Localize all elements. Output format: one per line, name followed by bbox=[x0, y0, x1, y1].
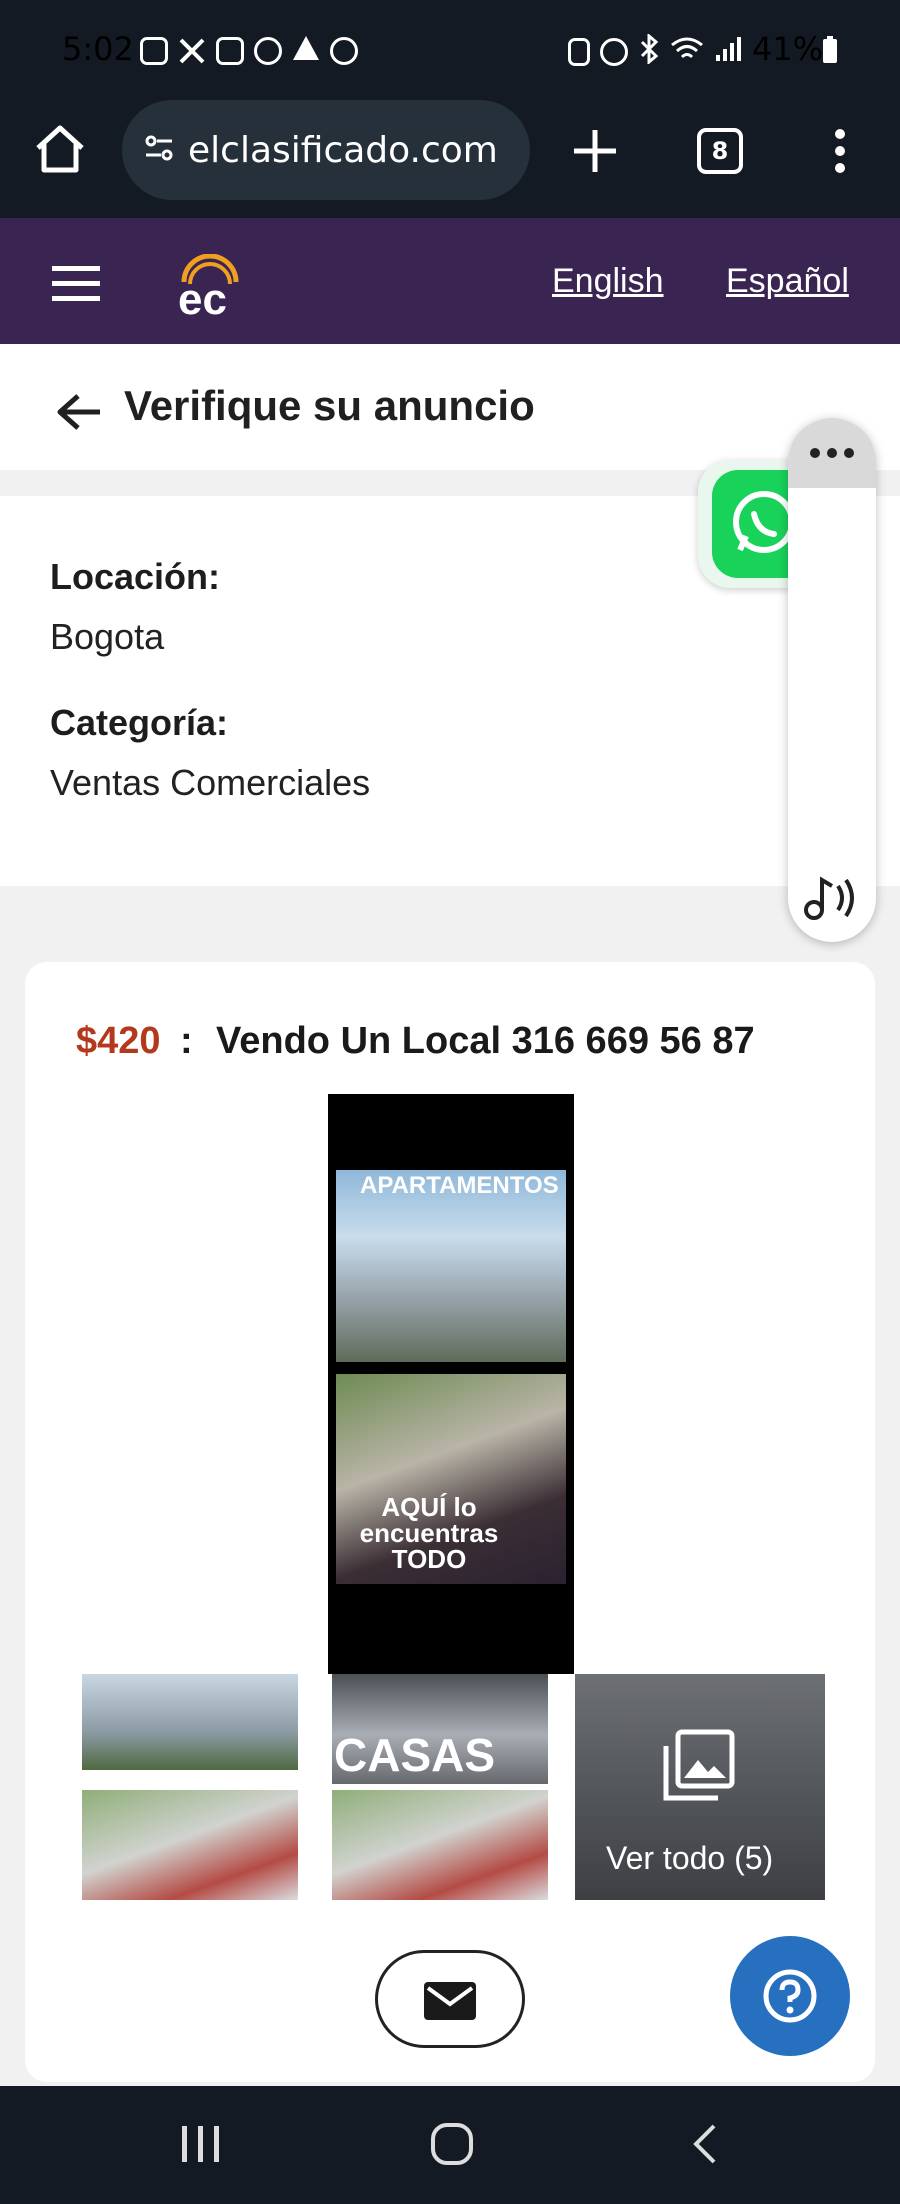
back-nav-icon[interactable] bbox=[690, 2122, 720, 2171]
category-label: Categoría: bbox=[50, 702, 229, 743]
status-time: 5:02 bbox=[62, 30, 134, 68]
battery-icon bbox=[822, 36, 838, 69]
location-value: Bogota bbox=[50, 616, 165, 657]
main-image-caption-bottom: AQUÍ lo encuentras TODO bbox=[359, 1492, 499, 1574]
listing-price: $420 bbox=[76, 1020, 161, 1062]
system-icons bbox=[568, 32, 742, 69]
battery-percent: 41% bbox=[752, 30, 824, 68]
tools-icon bbox=[178, 37, 206, 65]
language-english-link[interactable]: English bbox=[552, 262, 664, 301]
location-label: Locación: bbox=[50, 556, 221, 597]
more-menu-icon[interactable] bbox=[832, 126, 848, 181]
main-image-caption-top: APARTAMENTOS bbox=[360, 1172, 559, 1199]
category-value: Ventas Comerciales bbox=[50, 762, 371, 803]
view-all-label: Ver todo (5) bbox=[606, 1840, 774, 1876]
thumbnail-image[interactable] bbox=[82, 1790, 298, 1900]
instagram-icon-2 bbox=[216, 36, 244, 65]
signal-icon bbox=[714, 35, 742, 68]
sync-icon bbox=[568, 37, 590, 66]
notification-icons bbox=[140, 34, 358, 67]
home-nav-icon[interactable] bbox=[430, 2122, 474, 2171]
language-spanish-link[interactable]: Español bbox=[726, 262, 849, 301]
tab-switcher-button[interactable]: 8 bbox=[697, 128, 743, 174]
bluetooth-icon bbox=[638, 32, 660, 69]
floating-side-panel[interactable] bbox=[788, 418, 876, 942]
whatsapp-notif-icon bbox=[330, 36, 358, 65]
alarm-icon bbox=[600, 37, 628, 66]
site-settings-icon[interactable] bbox=[144, 133, 174, 168]
gallery-icon bbox=[662, 1728, 736, 1807]
back-arrow-icon[interactable] bbox=[56, 392, 102, 437]
wifi-icon bbox=[670, 35, 704, 68]
check-circle-icon bbox=[254, 36, 282, 65]
new-tab-icon[interactable] bbox=[570, 126, 620, 181]
mail-icon bbox=[424, 1982, 476, 2025]
logo-text: ec bbox=[178, 275, 227, 318]
price-separator: : bbox=[180, 1020, 193, 1062]
thumbnail-caption: CASAS bbox=[334, 1729, 496, 1781]
url-text[interactable]: elclasificado.com bbox=[188, 130, 498, 171]
site-logo[interactable]: ec bbox=[174, 253, 246, 324]
thumbnail-image[interactable] bbox=[82, 1674, 298, 1770]
hamburger-menu-icon[interactable] bbox=[52, 266, 100, 307]
read-aloud-icon[interactable] bbox=[800, 872, 864, 929]
listing-title: Vendo Un Local 316 669 56 87 bbox=[216, 1020, 755, 1062]
thumbnail-image[interactable] bbox=[332, 1790, 548, 1900]
question-icon bbox=[762, 1968, 818, 2029]
url-bar[interactable]: elclasificado.com bbox=[122, 100, 530, 200]
page-title: Verifique su anuncio bbox=[124, 382, 535, 429]
recent-apps-icon[interactable] bbox=[180, 2124, 222, 2169]
instagram-icon bbox=[140, 36, 168, 65]
home-icon[interactable] bbox=[34, 124, 86, 179]
warning-icon bbox=[292, 34, 320, 67]
